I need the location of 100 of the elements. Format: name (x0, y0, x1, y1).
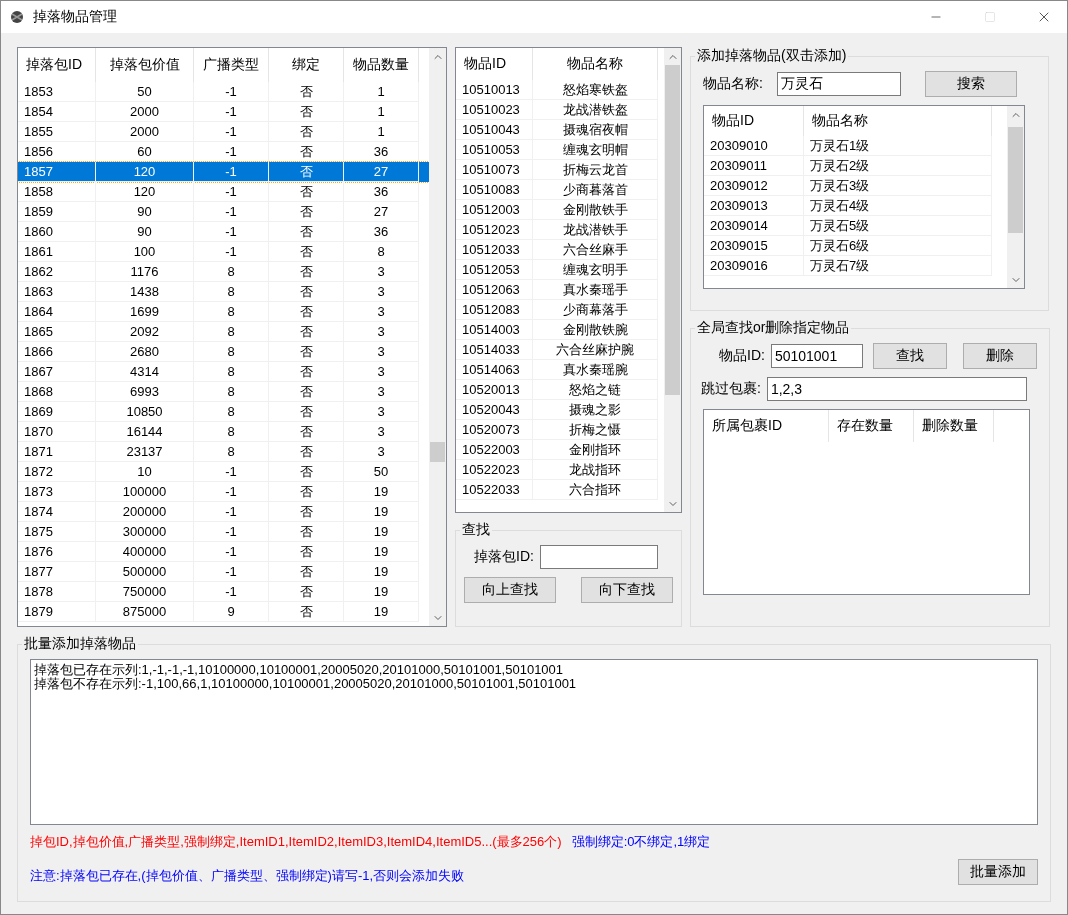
input-field[interactable]: 1,2,3 (766, 377, 1027, 401)
search-button[interactable]: 向上查找 (464, 577, 556, 603)
table-cell: 20309016 (704, 256, 804, 276)
table-row[interactable]: 10512063 真水秦瑶手 (456, 280, 664, 300)
table-row[interactable]: 1862 1176 8 否 3 (18, 262, 429, 282)
table-cell: 摄魂宿夜帽 (533, 120, 658, 140)
search-button[interactable]: 搜索 (924, 71, 1017, 97)
table-row[interactable]: 10512053 缠魂玄明手 (456, 260, 664, 280)
table-cell: 万灵石1级 (804, 136, 992, 156)
table-cell: 1879 (18, 602, 96, 622)
table-cell: -1 (194, 82, 269, 102)
scroll-thumb[interactable] (665, 65, 680, 395)
table-row[interactable]: 10520073 折梅之慑 (456, 420, 664, 440)
table-row[interactable]: 10522003 金刚指环 (456, 440, 664, 460)
table-row[interactable]: 1871 23137 8 否 3 (18, 442, 429, 462)
table-row[interactable]: 1865 2092 8 否 3 (18, 322, 429, 342)
table-cell: 500000 (96, 562, 194, 582)
table-row[interactable]: 10514033 六合丝麻护腕 (456, 340, 664, 360)
table-row[interactable]: 10522023 龙战指环 (456, 460, 664, 480)
table-cell: 万灵石6级 (804, 236, 992, 256)
table-row[interactable]: 20309011 万灵石2级 (704, 156, 1007, 176)
table-cell: 万灵石2级 (804, 156, 992, 176)
scrollbar[interactable] (429, 48, 446, 626)
table-row[interactable]: 10520013 怒焰之链 (456, 380, 664, 400)
table-cell: 否 (269, 82, 344, 102)
table-cell: 否 (269, 242, 344, 262)
table-row[interactable]: 10512003 金刚散铁手 (456, 200, 664, 220)
table-cell: 少商幕落手 (533, 300, 658, 320)
table-row[interactable]: 10510083 少商暮落首 (456, 180, 664, 200)
table-row[interactable]: 1858 120 -1 否 36 (18, 182, 429, 202)
table-row[interactable]: 20309015 万灵石6级 (704, 236, 1007, 256)
table-row[interactable]: 1875 300000 -1 否 19 (18, 522, 429, 542)
table-row[interactable]: 1857 120 -1 否 27 (18, 162, 429, 182)
scroll-thumb[interactable] (1008, 127, 1023, 233)
table-row[interactable]: 1869 10850 8 否 3 (18, 402, 429, 422)
table-row[interactable]: 20309012 万灵石3级 (704, 176, 1007, 196)
table-row[interactable]: 10512083 少商幕落手 (456, 300, 664, 320)
table-cell: 怒焰寒铁盔 (533, 80, 658, 100)
table-row[interactable]: 1864 1699 8 否 3 (18, 302, 429, 322)
table-row[interactable]: 1859 90 -1 否 27 (18, 202, 429, 222)
table-row[interactable]: 10512033 六合丝麻手 (456, 240, 664, 260)
table-cell: 3 (344, 282, 419, 302)
table-row[interactable]: 10510023 龙战潜铁盔 (456, 100, 664, 120)
search-button[interactable]: 向下查找 (581, 577, 673, 603)
table-row[interactable]: 1876 400000 -1 否 19 (18, 542, 429, 562)
table-cell: 缠魂玄明帽 (533, 140, 658, 160)
table-row[interactable]: 20309010 万灵石1级 (704, 136, 1007, 156)
input-field[interactable] (539, 545, 658, 569)
group-title: 添加掉落物品(双击添加) (696, 47, 848, 65)
table-row[interactable]: 1867 4314 8 否 3 (18, 362, 429, 382)
table-cell: -1 (194, 162, 269, 182)
table-cell: 20309011 (704, 156, 804, 176)
table-row[interactable]: 10510043 摄魂宿夜帽 (456, 120, 664, 140)
table-row[interactable]: 10514063 真水秦瑶腕 (456, 360, 664, 380)
table-row[interactable]: 1873 100000 -1 否 19 (18, 482, 429, 502)
table-cell: 1699 (96, 302, 194, 322)
table-row[interactable]: 10522033 六合指环 (456, 480, 664, 500)
input-field[interactable]: 50101001 (770, 344, 863, 368)
table-cell: 1 (344, 102, 419, 122)
table-row[interactable]: 1870 16144 8 否 3 (18, 422, 429, 442)
table-row[interactable]: 1868 6993 8 否 3 (18, 382, 429, 402)
table-row[interactable]: 1874 200000 -1 否 19 (18, 502, 429, 522)
table-cell: 否 (269, 482, 344, 502)
text-area[interactable]: 掉落包已存在示列:1,-1,-1,-1,10100000,10100001,20005020,20101000,50101001,50101001 掉落包不存在示列:-1,100,66,1,10100000,10100001,20005020,20101000,50101001,50101001 (30, 659, 1038, 825)
table-row[interactable]: 20309016 万灵石7级 (704, 256, 1007, 276)
table-row[interactable]: 10510073 折梅云龙首 (456, 160, 664, 180)
table-cell: 100000 (96, 482, 194, 502)
table-row[interactable]: 1878 750000 -1 否 19 (18, 582, 429, 602)
table-row[interactable]: 1861 100 -1 否 8 (18, 242, 429, 262)
table-row[interactable]: 20309013 万灵石4级 (704, 196, 1007, 216)
batch-add-button[interactable]: 批量添加 (958, 859, 1038, 885)
table-cell: 10512083 (456, 300, 533, 320)
delete-button[interactable]: 删除 (962, 343, 1037, 369)
table-cell: 120 (96, 182, 194, 202)
table-cell: 龙战指环 (533, 460, 658, 480)
table-cell: 1864 (18, 302, 96, 322)
scrollbar[interactable] (664, 48, 681, 512)
table-row[interactable]: 1866 2680 8 否 3 (18, 342, 429, 362)
find-button[interactable]: 查找 (872, 343, 947, 369)
table-row[interactable]: 10510013 怒焰寒铁盔 (456, 80, 664, 100)
table-cell: 10522033 (456, 480, 533, 500)
table-row[interactable]: 10520043 摄魂之影 (456, 400, 664, 420)
table-row[interactable]: 1879 875000 9 否 19 (18, 602, 429, 622)
table-row[interactable]: 1860 90 -1 否 36 (18, 222, 429, 242)
table-row[interactable]: 10512023 龙战潜铁手 (456, 220, 664, 240)
scrollbar[interactable] (1007, 106, 1024, 288)
table-row[interactable]: 1855 2000 -1 否 1 (18, 122, 429, 142)
table-row[interactable]: 1863 1438 8 否 3 (18, 282, 429, 302)
table-cell: 20309013 (704, 196, 804, 216)
table-row[interactable]: 10514003 金刚散铁腕 (456, 320, 664, 340)
table-cell: -1 (194, 542, 269, 562)
table-row[interactable]: 1854 2000 -1 否 1 (18, 102, 429, 122)
table-row[interactable]: 1872 10 -1 否 50 (18, 462, 429, 482)
table-row[interactable]: 10510053 缠魂玄明帽 (456, 140, 664, 160)
table-row[interactable]: 1877 500000 -1 否 19 (18, 562, 429, 582)
table-cell: 300000 (96, 522, 194, 542)
table-row[interactable]: 20309014 万灵石5级 (704, 216, 1007, 236)
table-row[interactable]: 1853 50 -1 否 1 (18, 82, 429, 102)
input-field[interactable]: 万灵石 (776, 72, 901, 96)
scroll-thumb[interactable] (430, 442, 445, 462)
